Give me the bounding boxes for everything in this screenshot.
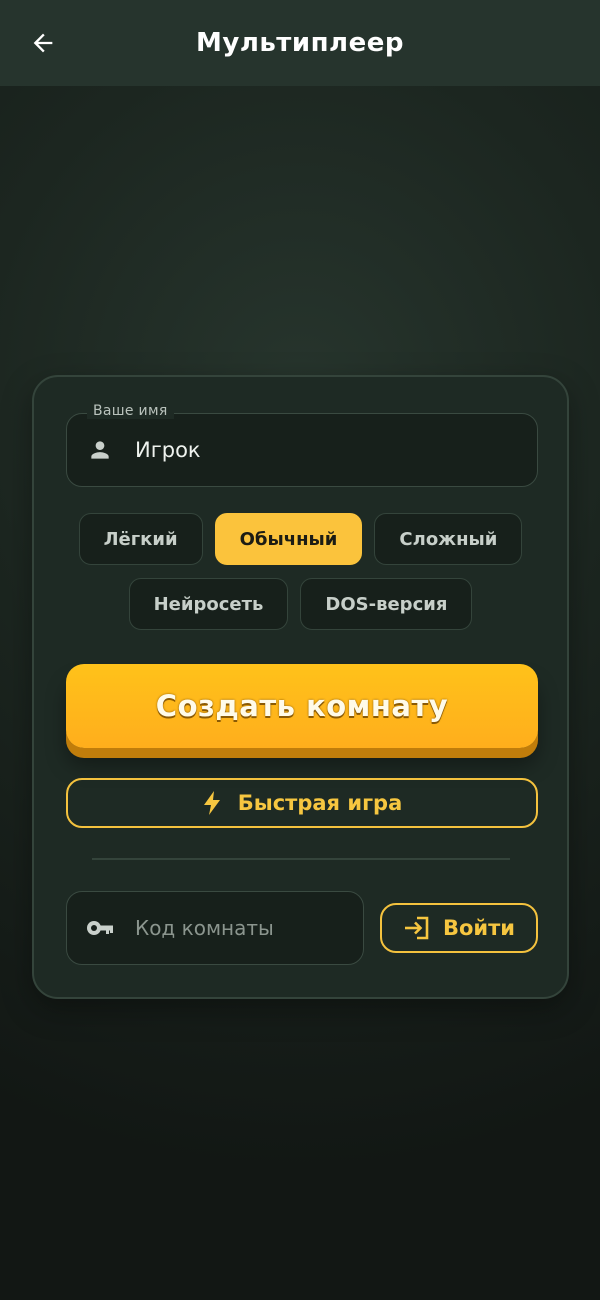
name-value[interactable]: Игрок xyxy=(135,438,201,462)
person-icon xyxy=(69,414,131,486)
quick-game-button[interactable]: Быстрая игра xyxy=(66,778,538,828)
divider xyxy=(92,858,510,860)
difficulty-normal-chip[interactable]: Обычный xyxy=(214,513,363,565)
difficulty-row-1: Лёгкий Обычный Сложный xyxy=(34,513,567,565)
page-title: Мультиплеер xyxy=(196,28,404,58)
difficulty-row-2: Нейросеть DOS-версия xyxy=(34,578,567,630)
difficulty-hard-chip[interactable]: Сложный xyxy=(374,513,523,565)
create-room-button[interactable]: Создать комнату xyxy=(66,664,538,748)
lightning-icon xyxy=(203,791,220,815)
join-button[interactable]: Войти xyxy=(380,903,538,953)
difficulty-dos-chip[interactable]: DOS-версия xyxy=(300,578,473,630)
join-label: Войти xyxy=(442,916,516,940)
name-input[interactable]: Ваше имя Игрок xyxy=(66,403,538,487)
key-icon xyxy=(69,892,131,964)
create-room-label: Создать комнату xyxy=(155,689,449,723)
difficulty-neural-chip[interactable]: Нейросеть xyxy=(128,578,289,630)
room-code-placeholder: Код комнаты xyxy=(135,916,274,940)
difficulty-easy-chip[interactable]: Лёгкий xyxy=(78,513,203,565)
login-icon xyxy=(404,916,429,940)
room-code-input[interactable]: Код комнаты xyxy=(66,891,364,965)
name-field-label: Ваше имя xyxy=(87,403,174,419)
back-button[interactable] xyxy=(22,22,64,64)
app-bar: Мультиплеер xyxy=(0,0,600,86)
multiplayer-card: Ваше имя Игрок Лёгкий Обычный Сложный Не… xyxy=(32,375,569,999)
arrow-left-icon xyxy=(33,33,53,53)
quick-game-label: Быстрая игра xyxy=(237,791,403,815)
